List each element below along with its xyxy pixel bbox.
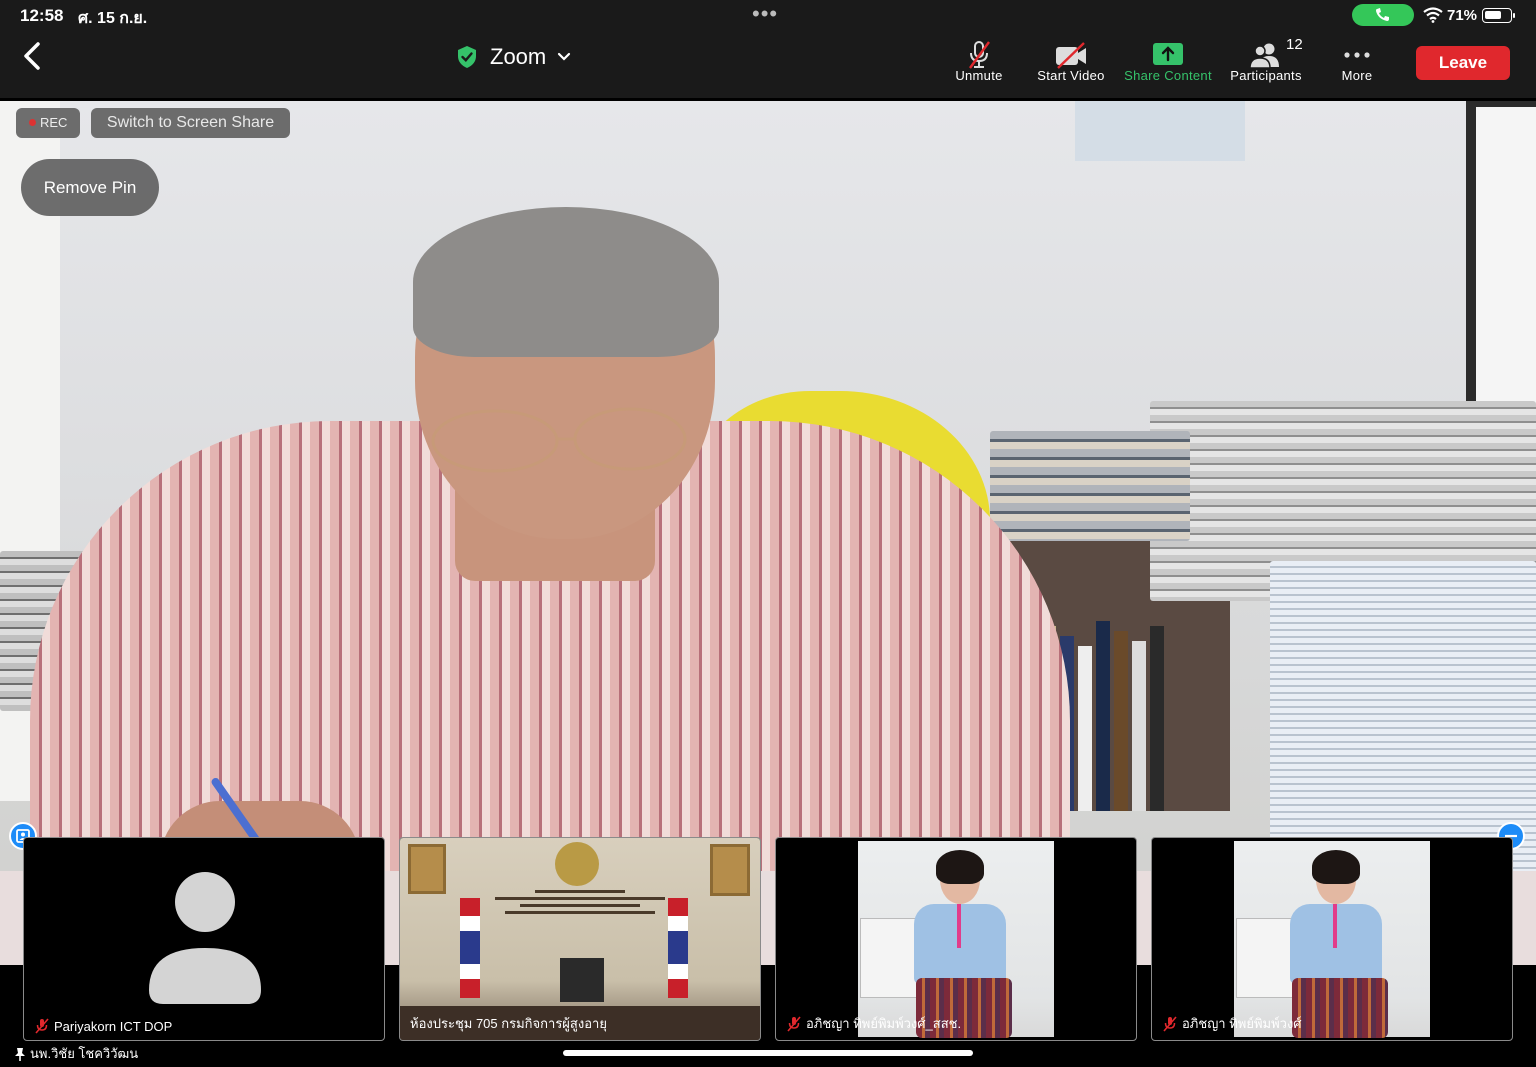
curtain-background — [1075, 101, 1245, 161]
participants-icon — [1249, 43, 1279, 69]
participant-tile[interactable]: Pariyakorn ICT DOP — [23, 837, 385, 1041]
participant-name-label: ห้องประชุม 705 กรมกิจการผู้สูงอายุ — [410, 1013, 607, 1034]
printer — [1236, 918, 1296, 998]
battery-percent: 71% — [1447, 7, 1478, 24]
participants-count: 12 — [1286, 36, 1303, 53]
participant-name: Pariyakorn ICT DOP — [54, 1018, 173, 1034]
share-screen-icon — [1153, 43, 1183, 65]
recording-indicator: REC — [16, 108, 80, 138]
active-call-indicator[interactable] — [1352, 4, 1414, 26]
wall-frame-inner — [1476, 107, 1536, 427]
home-indicator[interactable] — [563, 1050, 973, 1056]
start-video-button[interactable]: Start Video — [1030, 36, 1112, 94]
person-hair — [413, 207, 719, 357]
back-button[interactable] — [16, 38, 50, 74]
portrait-frame — [710, 844, 750, 896]
chevron-down-icon — [558, 52, 571, 61]
remove-pin-button[interactable]: Remove Pin — [21, 159, 159, 216]
emblem-icon — [555, 842, 599, 886]
battery-icon — [1482, 8, 1512, 23]
pinned-participant-label: นพ.วิชัย โชควิวัฒน — [14, 1043, 138, 1064]
status-bar: 12:58 ศ. 15 ก.ย. ••• 71% — [0, 0, 1536, 32]
participant-name-label: อภิชญา ทิพย์พิมพ์วงศ์ — [1162, 1013, 1302, 1034]
record-dot-icon — [29, 119, 36, 126]
thai-flag — [668, 898, 688, 998]
participants-button[interactable]: 12 Participants — [1224, 36, 1308, 94]
printer — [860, 918, 920, 998]
shield-check-icon — [458, 46, 476, 68]
leave-button[interactable]: Leave — [1416, 46, 1510, 80]
muted-mic-icon — [1163, 1015, 1177, 1032]
meeting-title-dropdown[interactable]: Zoom — [456, 42, 572, 72]
muted-mic-icon — [787, 1015, 801, 1032]
book-stack — [990, 431, 1190, 541]
person-skirt — [1292, 978, 1388, 1038]
participant-name: อภิชญา ทิพย์พิมพ์วงศ์_สสช. — [806, 1016, 962, 1031]
pin-icon — [15, 1047, 25, 1061]
participant-tile[interactable]: อภิชญา ทิพย์พิมพ์วงศ์_สสช. — [775, 837, 1137, 1041]
share-content-button[interactable]: Share Content — [1118, 36, 1218, 94]
more-button[interactable]: More — [1330, 36, 1384, 94]
multitasking-dots-icon[interactable]: ••• — [752, 1, 778, 27]
participant-name: อภิชญา ทิพย์พิมพ์วงศ์ — [1182, 1016, 1302, 1031]
pinned-participant-name: นพ.วิชัย โชควิวัฒน — [30, 1046, 139, 1061]
thai-flag — [460, 898, 480, 998]
wifi-icon — [1423, 7, 1443, 23]
glasses — [431, 407, 687, 473]
battery-tip — [1513, 13, 1515, 18]
phone-icon — [1376, 8, 1389, 21]
participant-tile[interactable]: ห้องประชุม 705 กรมกิจการผู้สูงอายุ — [399, 837, 761, 1041]
switch-to-screen-share-button[interactable]: Switch to Screen Share — [91, 108, 290, 138]
room-monitor — [560, 958, 604, 1002]
person-hair — [936, 850, 984, 884]
portrait-frame — [408, 844, 446, 894]
meeting-toolbar: Zoom Unmute Start Video Share Content 12… — [0, 32, 1536, 98]
rec-label: REC — [40, 115, 68, 130]
participant-name-label: Pariyakorn ICT DOP — [34, 1018, 172, 1034]
more-dots-icon — [1344, 52, 1370, 58]
wall-signage — [490, 886, 670, 922]
lanyard — [1333, 904, 1337, 948]
participant-name-label: อภิชญา ทิพย์พิมพ์วงศ์_สสช. — [786, 1013, 961, 1034]
video-off-icon — [1056, 42, 1086, 69]
unmute-button[interactable]: Unmute — [948, 36, 1010, 94]
avatar-placeholder-icon — [149, 872, 261, 1004]
person-hair — [1312, 850, 1360, 884]
status-date: ศ. 15 ก.ย. — [78, 10, 148, 27]
muted-mic-icon — [35, 1018, 49, 1034]
participant-name: ห้องประชุม 705 กรมกิจการผู้สูงอายุ — [410, 1016, 607, 1031]
muted-mic-icon — [969, 41, 990, 69]
battery-level — [1485, 11, 1501, 19]
participant-tile[interactable]: อภิชญา ทิพย์พิมพ์วงศ์ — [1151, 837, 1513, 1041]
lanyard — [957, 904, 961, 948]
chevron-left-icon — [24, 42, 40, 70]
status-time: 12:58 — [20, 6, 64, 25]
meeting-title: Zoom — [490, 44, 547, 69]
pinned-video[interactable] — [0, 101, 1536, 965]
